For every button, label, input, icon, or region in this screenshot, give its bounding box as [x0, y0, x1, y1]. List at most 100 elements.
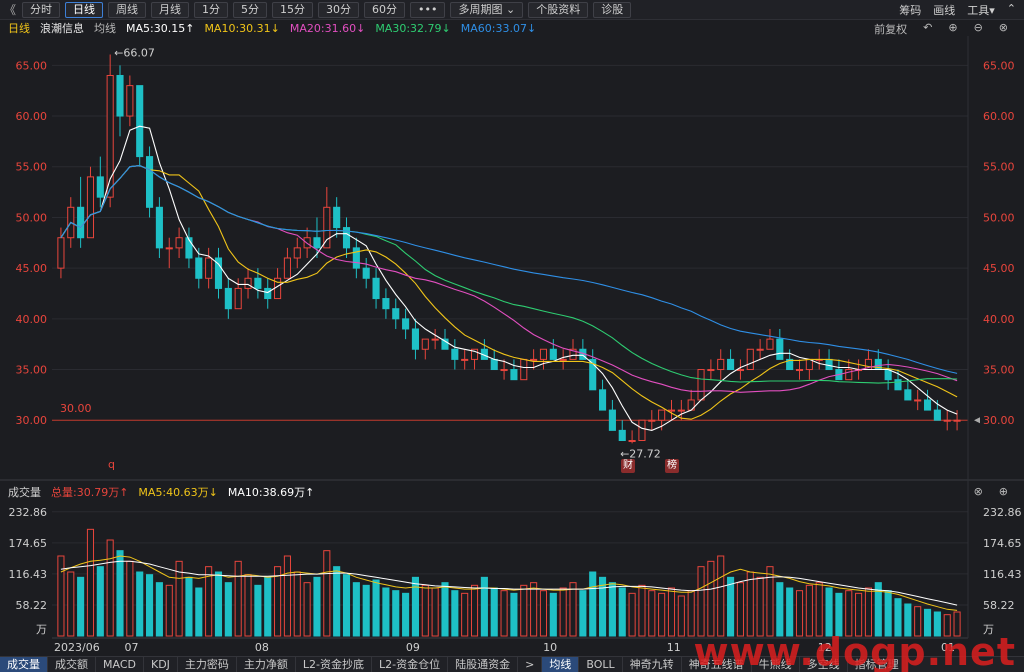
- candle-body: [372, 277, 380, 300]
- volume-bar: [116, 550, 124, 637]
- watermark: www.dogp.net: [693, 630, 1016, 672]
- volume-bar: [461, 592, 469, 637]
- ma20-line: [60, 165, 958, 393]
- candle-body: [658, 409, 666, 421]
- candle-body: [165, 247, 173, 250]
- volume-bar: [224, 582, 232, 637]
- x-axis-label: 11: [667, 641, 681, 654]
- volume-bar: [539, 590, 548, 637]
- volume-bar: [155, 582, 163, 637]
- candle-body: [549, 348, 557, 360]
- price-axis-label-left: 55.00: [16, 161, 48, 174]
- volume-bar: [786, 587, 794, 637]
- candle-body: [205, 257, 213, 279]
- volume-bar: [628, 592, 636, 637]
- candle-body: [825, 358, 833, 371]
- volume-axis-label-left: 58.22: [16, 599, 48, 612]
- volume-unit-left: 万: [36, 623, 47, 636]
- candle-body: [530, 358, 538, 361]
- volume-bar: [815, 582, 823, 637]
- candle-body: [323, 206, 331, 249]
- volume-bar: [67, 571, 75, 637]
- ranking-badge[interactable]: 榜: [665, 459, 679, 473]
- candle-body: [943, 419, 951, 422]
- candle-body: [953, 419, 961, 422]
- volume-axis-label-right: 174.65: [983, 537, 1022, 550]
- tab-main-code[interactable]: 主力密码: [178, 656, 237, 672]
- candle-body: [845, 369, 853, 381]
- volume-bar: [382, 587, 390, 637]
- tab-nine-turn[interactable]: 神奇九转: [623, 656, 682, 672]
- candle-body: [136, 85, 144, 158]
- volume-bar: [559, 587, 567, 637]
- candle-body: [904, 389, 912, 401]
- volume-bar: [136, 571, 144, 637]
- volume-bar: [470, 584, 479, 637]
- candle-body: [756, 348, 764, 351]
- tab-turnover[interactable]: 成交额: [48, 656, 96, 672]
- volume-bar: [667, 587, 676, 637]
- volume-bar: [313, 576, 321, 637]
- candle-body: [86, 176, 95, 239]
- price-axis-label-left: 45.00: [16, 262, 48, 275]
- candle-body: [805, 358, 813, 371]
- price-axis-label-right: 55.00: [983, 161, 1015, 174]
- candle-body: [126, 85, 134, 117]
- candle-body: [362, 267, 370, 279]
- price-axis-label-right: 50.00: [983, 211, 1015, 224]
- x-axis-label: 2023/06: [54, 641, 100, 654]
- candle-body: [224, 287, 232, 310]
- volume-bar: [421, 584, 429, 637]
- candle-body: [923, 399, 932, 411]
- price-axis-label-right: 60.00: [983, 110, 1015, 123]
- price-axis-label-left: 50.00: [16, 211, 48, 224]
- tab-boll[interactable]: BOLL: [579, 656, 623, 672]
- volume-bar: [648, 590, 656, 637]
- tab-kdj[interactable]: KDJ: [144, 656, 178, 672]
- reference-price-label: 30.00: [60, 402, 92, 415]
- tab-main-net[interactable]: 主力净额: [237, 656, 296, 672]
- price-axis-label-left: 60.00: [16, 110, 48, 123]
- price-axis-label-left: 40.00: [16, 313, 48, 326]
- candle-body: [539, 348, 548, 360]
- volume-bar: [86, 528, 95, 637]
- candle-body: [638, 419, 646, 442]
- tab-macd[interactable]: MACD: [96, 656, 144, 672]
- candle-body: [628, 440, 636, 443]
- volume-bar: [431, 587, 439, 637]
- volume-bar: [510, 592, 518, 637]
- volume-bar: [776, 582, 784, 637]
- volume-bar: [500, 590, 508, 637]
- volume-bar: [589, 571, 597, 637]
- volume-bar: [126, 560, 134, 637]
- volume-bar: [864, 587, 872, 637]
- volume-axis-label-left: 174.65: [9, 537, 48, 550]
- tab-volume[interactable]: 成交量: [0, 656, 48, 672]
- candle-body: [146, 156, 154, 208]
- candle-body: [520, 358, 528, 381]
- earnings-badge[interactable]: 财: [621, 459, 635, 473]
- volume-bar: [234, 560, 242, 637]
- candle-body: [894, 379, 902, 391]
- volume-bar: [756, 576, 764, 637]
- candle-body: [352, 247, 360, 269]
- volume-bar: [520, 584, 528, 637]
- volume-bar: [697, 566, 705, 637]
- scroll-right-icon[interactable]: >: [518, 656, 543, 672]
- candle-body: [500, 369, 508, 372]
- tab-l2-position[interactable]: L2-资金仓位: [372, 656, 449, 672]
- tab-hk-connect[interactable]: 陆股通资金: [448, 656, 519, 672]
- price-axis-label-right: 35.00: [983, 364, 1015, 377]
- candle-body: [461, 358, 469, 361]
- volume-axis-label-right: 116.43: [983, 568, 1022, 581]
- volume-bar: [244, 574, 252, 637]
- kline-chart[interactable]: 65.00 65.00 60.00 60.00 55.00 55.00 50.00 50.00…: [0, 0, 1024, 656]
- tab-l2-bottom[interactable]: L2-资金抄底: [296, 656, 373, 672]
- candle-body: [667, 409, 676, 412]
- tab-ma[interactable]: 均线: [542, 656, 580, 672]
- volume-bar: [96, 566, 104, 637]
- volume-bar: [579, 590, 587, 637]
- candle-body: [677, 409, 685, 412]
- volume-axis-label-left: 116.43: [9, 568, 48, 581]
- candle-body: [717, 358, 725, 371]
